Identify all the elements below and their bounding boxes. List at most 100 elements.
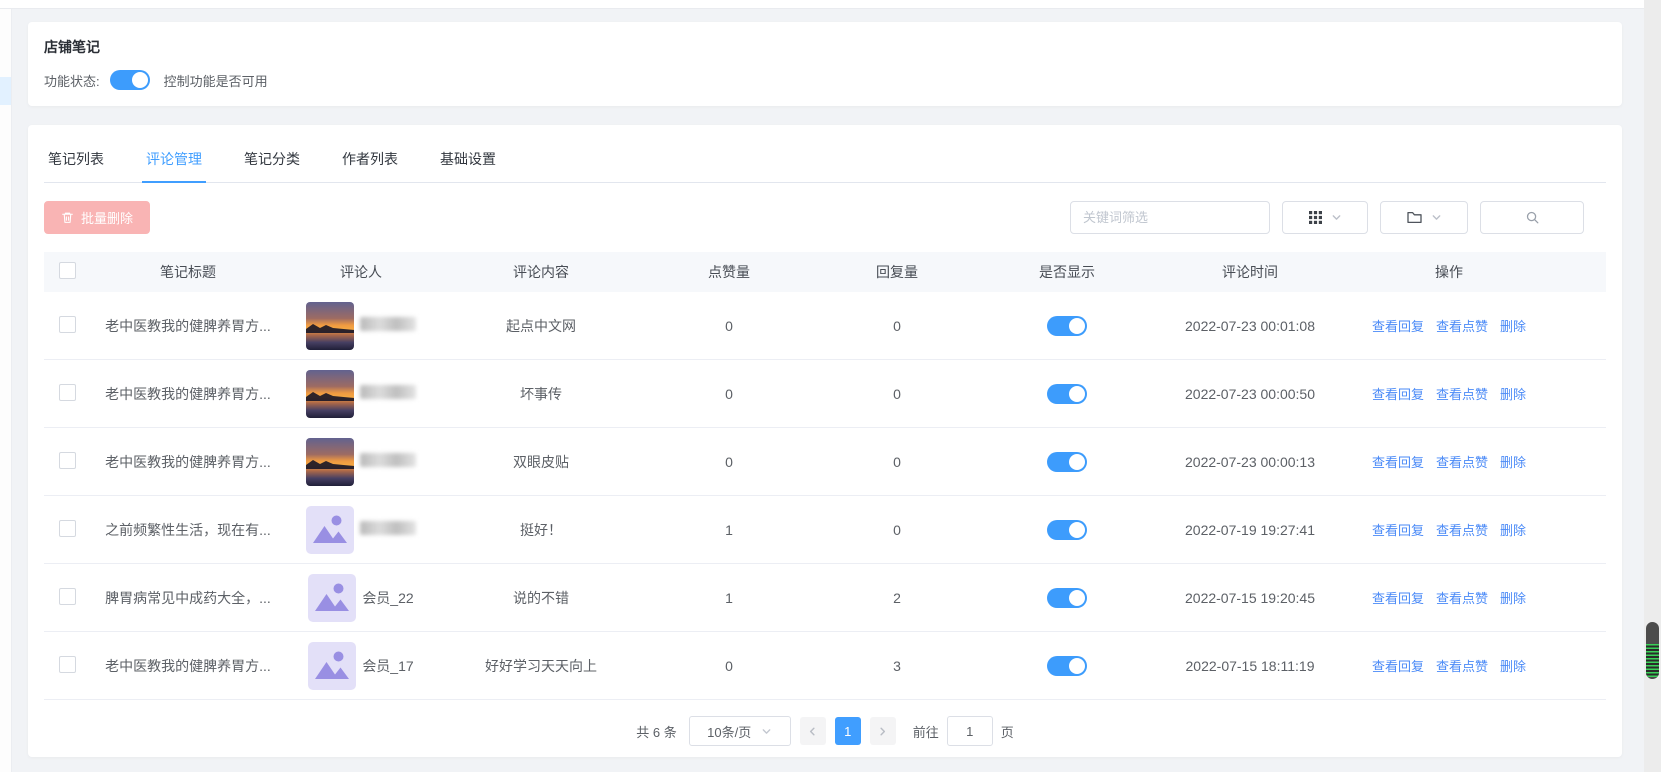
page-size-value: 10条/页 — [707, 724, 752, 740]
visibility-toggle[interactable] — [1047, 587, 1087, 608]
spacer-cell — [1550, 427, 1606, 496]
total-count: 共 6 条 — [636, 724, 677, 740]
status-label: 功能状态: — [44, 73, 100, 89]
delete-link[interactable]: 删除 — [1500, 387, 1526, 402]
visibility-toggle[interactable] — [1047, 383, 1087, 404]
table-row: 之前频繁性生活，现在有... 挺好！ 1 0 2022-07-19 19:27:… — [44, 495, 1606, 564]
row-checkbox[interactable] — [58, 519, 76, 537]
comments-table-body: 老中医教我的健脾养胃方... 起点中文网 0 0 2022-07-23 00:0… — [44, 292, 1606, 700]
likes-count-cell: 1 — [646, 495, 812, 564]
visibility-cell — [982, 563, 1152, 632]
replies-count-cell: 0 — [812, 292, 982, 360]
commenter-cell: 会员_17 — [286, 631, 436, 700]
toggle-knob — [1069, 657, 1085, 674]
comment-time-cell: 2022-07-23 00:00:13 — [1152, 427, 1348, 496]
view-likes-link[interactable]: 查看点赞 — [1436, 455, 1488, 470]
delete-link[interactable]: 删除 — [1500, 523, 1526, 538]
vertical-scrollbar[interactable] — [1644, 0, 1661, 772]
scrollbar-thumb[interactable] — [1646, 622, 1659, 679]
goto-label: 前往 — [912, 724, 939, 740]
spacer-cell — [1550, 631, 1606, 700]
row-select-cell — [44, 427, 90, 496]
view-replies-link[interactable]: 查看回复 — [1372, 523, 1424, 538]
tab-note-category[interactable]: 笔记分类 — [240, 139, 304, 183]
export-dropdown[interactable] — [1380, 201, 1468, 234]
view-replies-link[interactable]: 查看回复 — [1372, 387, 1424, 402]
delete-link[interactable]: 删除 — [1500, 455, 1526, 470]
view-replies-link[interactable]: 查看回复 — [1372, 455, 1424, 470]
view-likes-link[interactable]: 查看点赞 — [1436, 659, 1488, 674]
commenter-cell — [286, 359, 436, 428]
sidebar-active-item[interactable] — [0, 77, 11, 105]
table-row: 老中医教我的健脾养胃方... 会员_17 好好学习天天向上 0 3 2022-0… — [44, 631, 1606, 700]
blurred-name — [360, 521, 416, 535]
commenter-avatar — [308, 641, 357, 690]
tab-comment-management[interactable]: 评论管理 — [142, 139, 206, 183]
likes-count-cell: 0 — [646, 359, 812, 428]
goto-page-input[interactable] — [946, 716, 993, 746]
row-checkbox[interactable] — [58, 451, 76, 469]
visibility-toggle[interactable] — [1047, 315, 1087, 336]
view-likes-link[interactable]: 查看点赞 — [1436, 591, 1488, 606]
prev-page-button[interactable] — [799, 717, 826, 745]
column-settings-dropdown[interactable] — [1282, 201, 1368, 234]
page-size-select[interactable]: 10条/页 — [688, 716, 791, 746]
chevron-right-icon — [880, 727, 886, 735]
delete-link[interactable]: 删除 — [1500, 319, 1526, 334]
chevron-left-icon — [810, 727, 815, 735]
actions-cell: 查看回复 查看点赞 删除 — [1348, 495, 1550, 564]
status-hint: 控制功能是否可用 — [163, 73, 268, 89]
row-checkbox[interactable] — [58, 587, 76, 605]
note-title-cell: 之前频繁性生活，现在有... — [90, 495, 286, 564]
column-header-note-title: 笔记标题 — [90, 252, 286, 292]
spacer-cell — [1550, 563, 1606, 632]
replies-count-cell: 0 — [812, 495, 982, 564]
view-likes-link[interactable]: 查看点赞 — [1436, 523, 1488, 538]
pagination: 共 6 条 10条/页 1 前往 页 — [44, 716, 1606, 746]
comment-content-cell: 好好学习天天向上 — [436, 631, 646, 700]
tab-basic-settings[interactable]: 基础设置 — [436, 139, 500, 183]
keyword-filter-input[interactable] — [1070, 201, 1270, 234]
blurred-name — [360, 317, 416, 331]
toggle-knob — [1069, 589, 1085, 606]
commenter-avatar — [306, 369, 354, 418]
row-select-cell — [44, 631, 90, 700]
tabs: 笔记列表 评论管理 笔记分类 作者列表 基础设置 — [44, 125, 1606, 183]
visibility-cell — [982, 427, 1152, 496]
spacer-cell — [1550, 359, 1606, 428]
replies-count-cell: 0 — [812, 427, 982, 496]
row-checkbox[interactable] — [58, 383, 76, 401]
row-checkbox[interactable] — [58, 315, 76, 333]
batch-delete-button[interactable]: 批量删除 — [44, 201, 151, 234]
next-page-button[interactable] — [869, 717, 896, 745]
commenter-cell: 会员_22 — [286, 563, 436, 632]
table-header: 笔记标题 评论人 评论内容 点赞量 回复量 是否显示 评论时间 操作 — [44, 252, 1606, 292]
visibility-toggle[interactable] — [1047, 655, 1087, 676]
select-all-checkbox[interactable] — [58, 262, 76, 279]
view-replies-link[interactable]: 查看回复 — [1372, 659, 1424, 674]
commenter-cell — [286, 427, 436, 496]
tab-note-list[interactable]: 笔记列表 — [44, 139, 108, 183]
spacer-cell — [1550, 292, 1606, 360]
view-likes-link[interactable]: 查看点赞 — [1436, 387, 1488, 402]
visibility-toggle[interactable] — [1047, 519, 1087, 540]
page-number-1[interactable]: 1 — [834, 717, 861, 745]
search-button[interactable] — [1480, 201, 1584, 234]
feature-toggle[interactable] — [109, 70, 150, 90]
visibility-toggle[interactable] — [1047, 451, 1087, 472]
actions-cell: 查看回复 查看点赞 删除 — [1348, 427, 1550, 496]
search-icon — [1526, 211, 1538, 224]
row-checkbox[interactable] — [58, 655, 76, 673]
delete-link[interactable]: 删除 — [1500, 659, 1526, 674]
top-navbar-sliver — [0, 0, 1644, 9]
view-replies-link[interactable]: 查看回复 — [1372, 591, 1424, 606]
tab-author-list[interactable]: 作者列表 — [338, 139, 402, 183]
view-replies-link[interactable]: 查看回复 — [1372, 319, 1424, 334]
feature-status-row: 功能状态: 控制功能是否可用 — [44, 70, 1606, 90]
commenter-avatar — [308, 573, 357, 622]
comment-time-cell: 2022-07-19 19:27:41 — [1152, 495, 1348, 564]
view-likes-link[interactable]: 查看点赞 — [1436, 319, 1488, 334]
commenter-name — [360, 521, 416, 538]
row-select-cell — [44, 359, 90, 428]
delete-link[interactable]: 删除 — [1500, 591, 1526, 606]
